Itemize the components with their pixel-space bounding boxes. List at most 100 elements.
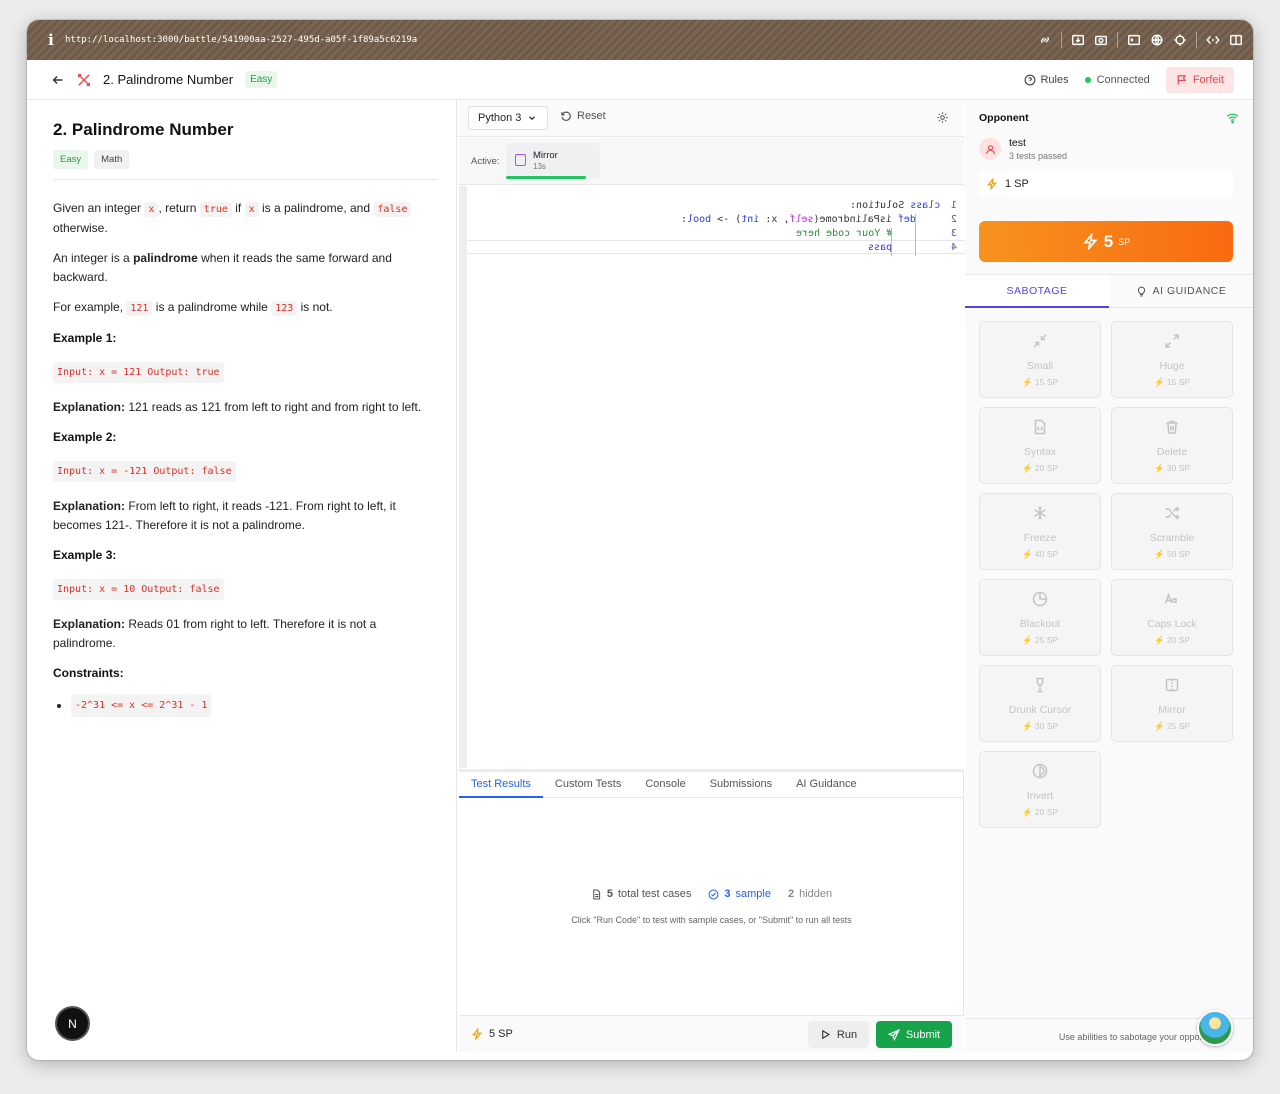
reset-button[interactable]: Reset: [560, 110, 606, 122]
tab-custom-tests[interactable]: Custom Tests: [543, 772, 633, 797]
intro-paragraph: Given an integer x, return true if x is …: [53, 199, 438, 238]
constraint-code: -2^31 <= x <= 2^31 - 1: [71, 694, 212, 717]
explanation-label: Explanation:: [53, 617, 126, 631]
header-problem-title: 2. Palindrome Number: [103, 72, 234, 87]
header-right: Rules Connected Forfeit: [1024, 67, 1234, 93]
code-line: pass: [868, 242, 892, 256]
ability-drunk-cursor[interactable]: Drunk Cursor ⚡ 30 SP: [979, 665, 1101, 742]
wifi-icon: [1226, 113, 1239, 124]
wine-icon: [1036, 677, 1044, 693]
problem-title: 2. Palindrome Number: [53, 120, 234, 139]
shuffle-icon: [1165, 506, 1180, 520]
tab-ai-guidance[interactable]: AI Guidance: [784, 772, 869, 797]
link-icon[interactable]: [1038, 33, 1052, 47]
text: For example,: [53, 300, 124, 314]
sample-test-cases: 3 sample: [708, 888, 771, 900]
tab-sabotage[interactable]: SABOTAGE: [965, 275, 1109, 308]
ability-syntax[interactable]: Syntax ⚡ 20 SP: [979, 407, 1101, 484]
app-header: 2. Palindrome Number Easy Rules Connecte…: [27, 60, 1253, 100]
ability-name: Delete: [1156, 446, 1188, 458]
opponent-heading: Opponent: [979, 112, 1029, 124]
hidden-test-cases: 2 hidden: [788, 888, 832, 900]
explanation-text: 121 reads as 121 from left to right and …: [128, 400, 422, 414]
swords-icon: [78, 73, 90, 86]
ability-cost-value: 50 SP: [1166, 549, 1191, 559]
comment: # Your code here: [795, 228, 892, 239]
ability-freeze[interactable]: Freeze ⚡ 40 SP: [979, 493, 1101, 570]
ability-cost-value: 25 SP: [1166, 721, 1191, 731]
results-tabs: Test Results Custom Tests Console Submis…: [459, 769, 964, 798]
info-icon[interactable]: i: [37, 31, 65, 49]
terminal-icon[interactable]: [1127, 33, 1141, 47]
chevron-down-icon: [529, 116, 536, 121]
crosshair-icon[interactable]: [1173, 33, 1187, 47]
case-sensitive-icon: [1164, 592, 1177, 604]
connection-label: Connected: [1096, 74, 1150, 86]
beach-avatar-icon[interactable]: [1197, 1010, 1233, 1046]
url-bar[interactable]: http://localhost:3000/battle/541900aa-25…: [65, 35, 417, 45]
example-heading: Example 3:: [53, 548, 117, 562]
current-line-highlight: [467, 240, 972, 254]
active-label: Active:: [471, 156, 500, 167]
download-icon[interactable]: [1071, 33, 1085, 47]
test-case-summary: 5 total test cases 3 sample 2 hidden: [459, 888, 964, 900]
code-line: def isPalindrome(self, x: int) -> bool:: [681, 214, 916, 228]
keyword: class: [909, 200, 940, 211]
my-sp-card: 5 SP: [979, 221, 1233, 262]
definition-paragraph: An integer is a palindrome when it reads…: [53, 249, 438, 287]
inline-code: x: [144, 202, 159, 217]
ability-huge[interactable]: Huge ⚡ 15 SP: [1111, 321, 1233, 398]
my-sp-indicator: 5 SP: [471, 1028, 513, 1040]
sabotage-panel: Opponent test 3 tests passed 1 SP 5 SP S…: [965, 100, 1253, 1052]
zap-icon: [1083, 233, 1098, 250]
hidden-label: hidden: [799, 888, 833, 900]
text: is a palindrome while: [155, 300, 268, 314]
forfeit-button[interactable]: Forfeit: [1165, 67, 1234, 93]
ability-cost-value: 20 SP: [1034, 463, 1059, 473]
check-circle-icon: [708, 889, 719, 899]
submit-button[interactable]: Submit: [876, 1021, 952, 1048]
rules-button[interactable]: Rules: [1024, 74, 1069, 86]
gear-icon[interactable]: [936, 111, 949, 124]
ability-name: Huge: [1159, 360, 1185, 372]
header-left: 2. Palindrome Number Easy: [51, 71, 278, 88]
ability-scramble[interactable]: Scramble ⚡ 50 SP: [1111, 493, 1233, 570]
nextjs-dev-badge[interactable]: N: [57, 1008, 88, 1039]
ability-mirror[interactable]: Mirror ⚡ 25 SP: [1111, 665, 1233, 742]
lightbulb-icon: [1137, 286, 1145, 296]
ability-delete[interactable]: Delete ⚡ 30 SP: [1111, 407, 1233, 484]
sidebar-icon[interactable]: [1229, 33, 1243, 47]
line-number: 3: [950, 228, 957, 239]
total-count: 5: [606, 888, 613, 900]
run-button[interactable]: Run: [808, 1021, 869, 1048]
ability-invert[interactable]: Invert ⚡ 20 SP: [979, 751, 1101, 828]
camera-icon[interactable]: [1094, 33, 1108, 47]
language-value: Python 3: [478, 112, 522, 124]
type-name: bool: [687, 214, 712, 225]
text: is not.: [300, 300, 333, 314]
tab-ai-guidance-right[interactable]: AI GUIDANCE: [1109, 275, 1253, 307]
browser-toolbar: i http://localhost:3000/battle/541900aa-…: [27, 20, 1253, 60]
ability-caps-lock[interactable]: Caps Lock ⚡ 20 SP: [1111, 579, 1233, 656]
tab-test-results[interactable]: Test Results: [459, 772, 543, 798]
code-icon[interactable]: [1206, 33, 1220, 47]
help-circle-icon: [1025, 74, 1036, 86]
ability-cost: ⚡ 30 SP: [1153, 463, 1191, 473]
back-arrow-icon[interactable]: [51, 73, 65, 87]
ability-blackout[interactable]: Blackout ⚡ 25 SP: [979, 579, 1101, 656]
tag-difficulty: Easy: [53, 150, 89, 169]
tab-submissions[interactable]: Submissions: [698, 772, 784, 797]
code-editor[interactable]: 1 2 3 4 class Solution: def isPalindrome…: [459, 186, 972, 768]
code-text: :: [681, 214, 688, 225]
ability-name: Invert: [1026, 790, 1054, 802]
opponent-name: test: [1009, 137, 1026, 149]
inline-code: 121: [126, 301, 153, 316]
ability-cost-value: 15 SP: [1034, 377, 1059, 387]
example-explanation: Explanation: Reads 01 from right to left…: [53, 615, 438, 653]
globe-icon[interactable]: [1150, 33, 1164, 47]
ability-small[interactable]: Small ⚡ 15 SP: [979, 321, 1101, 398]
example-explanation: Explanation: From left to right, it read…: [53, 497, 438, 535]
tab-console[interactable]: Console: [633, 772, 697, 797]
language-select[interactable]: Python 3: [468, 106, 548, 130]
submit-label: Submit: [905, 1028, 941, 1041]
